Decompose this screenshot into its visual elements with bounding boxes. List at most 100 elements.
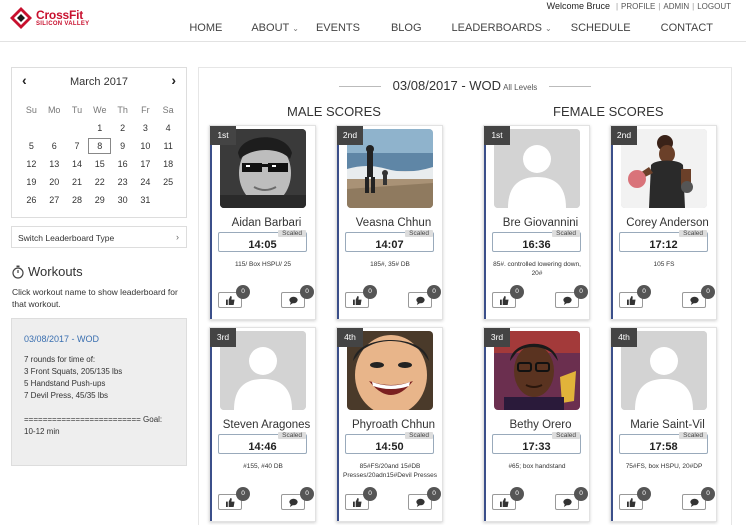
- calendar-day[interactable]: 4: [157, 120, 180, 138]
- wod-line: 5 Handstand Push-ups: [24, 379, 106, 388]
- rank-badge: 4th: [611, 328, 637, 347]
- athlete-name[interactable]: Aidan Barbari: [214, 217, 319, 229]
- score-note: 105 FS: [653, 261, 675, 268]
- calendar-day[interactable]: 28: [66, 192, 89, 210]
- calendar-day[interactable]: 1: [88, 120, 111, 138]
- calendar-day[interactable]: 15: [88, 156, 111, 174]
- calendar-day[interactable]: 8: [88, 138, 112, 154]
- rank-badge: 3rd: [484, 328, 510, 347]
- score-box[interactable]: Scaled 14:07: [345, 230, 434, 252]
- calendar-day[interactable]: 6: [43, 138, 66, 156]
- calendar-day[interactable]: 3: [134, 120, 157, 138]
- comment-count: 0: [574, 285, 588, 299]
- nav-contact[interactable]: CONTACT: [661, 18, 713, 38]
- score-box[interactable]: Scaled 14:05: [218, 230, 307, 252]
- score-value: 17:12: [649, 239, 678, 251]
- calendar-day[interactable]: 20: [43, 174, 66, 192]
- score-box[interactable]: Scaled 16:36: [492, 230, 581, 252]
- calendar-day[interactable]: 26: [20, 192, 43, 210]
- calendar-day[interactable]: 19: [20, 174, 43, 192]
- calendar-day[interactable]: 2: [111, 120, 134, 138]
- logout-link[interactable]: LOGOUT: [697, 2, 731, 11]
- rank-badge: 1st: [210, 126, 236, 145]
- calendar-day[interactable]: 18: [157, 156, 180, 174]
- calendar-day[interactable]: 16: [111, 156, 134, 174]
- calendar-weekday: Mo: [47, 105, 61, 115]
- calendar-day[interactable]: 21: [66, 174, 89, 192]
- calendar-day[interactable]: 9: [111, 138, 134, 156]
- calendar-empty-cell: [43, 120, 66, 138]
- score-value: 14:07: [375, 239, 404, 251]
- score-box[interactable]: Scaled 14:46: [218, 432, 307, 454]
- athlete-name[interactable]: Steven Aragones: [214, 419, 319, 431]
- calendar-day[interactable]: 30: [111, 192, 134, 210]
- calendar-day[interactable]: 5: [20, 138, 43, 156]
- nav-schedule[interactable]: SCHEDULE: [571, 18, 631, 38]
- calendar-day[interactable]: 31: [134, 192, 157, 210]
- athlete-name[interactable]: Phyroath Chhun: [341, 419, 446, 431]
- score-box[interactable]: Scaled 14:50: [345, 432, 434, 454]
- athlete-name[interactable]: Veasna Chhun: [341, 217, 446, 229]
- comment-count: 0: [427, 487, 441, 501]
- separator: |: [692, 1, 695, 11]
- nav-leaderboards[interactable]: LEADERBOARDS ⌄: [452, 18, 552, 38]
- wod-link[interactable]: 03/08/2017 - WOD: [24, 333, 174, 345]
- calendar-day[interactable]: 7: [66, 138, 89, 156]
- chevron-right-icon[interactable]: ›: [171, 72, 176, 88]
- calendar-day[interactable]: 10: [134, 138, 157, 156]
- calendar-weekday-row: Su Mo Tu We Th Fr Sa: [20, 102, 180, 120]
- comment-count: 0: [300, 285, 314, 299]
- comment-icon: [563, 296, 572, 305]
- calendar-day[interactable]: 23: [111, 174, 134, 192]
- card-accent-line: [210, 328, 212, 521]
- card-accent-line: [611, 328, 613, 521]
- welcome-text: Welcome Bruce: [546, 1, 610, 11]
- score-box[interactable]: Scaled 17:33: [492, 432, 581, 454]
- calendar-day[interactable]: 22: [88, 174, 111, 192]
- calendar-day[interactable]: 13: [43, 156, 66, 174]
- athlete-name[interactable]: Bre Giovannini: [488, 217, 593, 229]
- nav-about[interactable]: ABOUT ⌄: [251, 18, 299, 38]
- separator: |: [658, 1, 661, 11]
- calendar-week-row: 19 20 21 22 23 24 25: [20, 174, 180, 192]
- switch-leaderboard-type-dropdown[interactable]: Switch Leaderboard Type ›: [11, 226, 187, 248]
- like-count: 0: [363, 285, 377, 299]
- scaled-badge: Scaled: [405, 432, 433, 439]
- nav-events[interactable]: EVENTS: [316, 18, 360, 38]
- score-card: 1st Bre Giovannini Scaled 16:36 85#. control…: [483, 125, 590, 320]
- thumbs-up-icon: [500, 296, 509, 305]
- calendar-day[interactable]: 14: [66, 156, 89, 174]
- wod-line: 7 rounds for time of:: [24, 355, 96, 364]
- calendar-day[interactable]: 11: [157, 138, 180, 156]
- male-scores-heading: MALE SCORES: [287, 104, 381, 119]
- score-note: #65; box handstand: [508, 463, 566, 470]
- logo-name: CrossFit: [36, 8, 84, 22]
- calendar-widget: ‹ March 2017 › Su Mo Tu We Th Fr Sa 1 2 3 4 5 6 7 8 9 10…: [11, 67, 187, 218]
- admin-link[interactable]: ADMIN: [663, 2, 689, 11]
- wod-line: [24, 402, 174, 414]
- calendar-day[interactable]: 12: [20, 156, 43, 174]
- separator: |: [615, 1, 619, 11]
- calendar-day[interactable]: 27: [43, 192, 66, 210]
- score-box[interactable]: Scaled 17:12: [619, 230, 708, 252]
- calendar-day[interactable]: 29: [88, 192, 111, 210]
- crossfit-logo[interactable]: CrossFit SILICON VALLEY: [10, 6, 90, 30]
- title-rule: [549, 86, 592, 88]
- score-card: 1st Aidan Barbari Scaled 14:05 115/ Box HSPU…: [209, 125, 316, 320]
- like-count: 0: [510, 285, 524, 299]
- athlete-name[interactable]: Bethy Orero: [488, 419, 593, 431]
- calendar-day[interactable]: 17: [134, 156, 157, 174]
- nav-home[interactable]: HOME: [189, 18, 222, 38]
- profile-link[interactable]: PROFILE: [621, 2, 655, 11]
- calendar-day[interactable]: 25: [157, 174, 180, 192]
- scaled-badge: Scaled: [405, 230, 433, 237]
- workouts-title: Workouts: [28, 264, 83, 279]
- athlete-name[interactable]: Marie Saint-Vil: [615, 419, 720, 431]
- score-box[interactable]: Scaled 17:58: [619, 432, 708, 454]
- score-note: 85#FS/20and 15#DB Presses/20adn15#Devil …: [343, 463, 437, 479]
- calendar-header: ‹ March 2017 ›: [12, 68, 186, 96]
- nav-events-label: EVENTS: [315, 22, 360, 34]
- athlete-name[interactable]: Corey Anderson: [615, 217, 720, 229]
- nav-blog[interactable]: BLOG: [391, 18, 422, 38]
- calendar-day[interactable]: 24: [134, 174, 157, 192]
